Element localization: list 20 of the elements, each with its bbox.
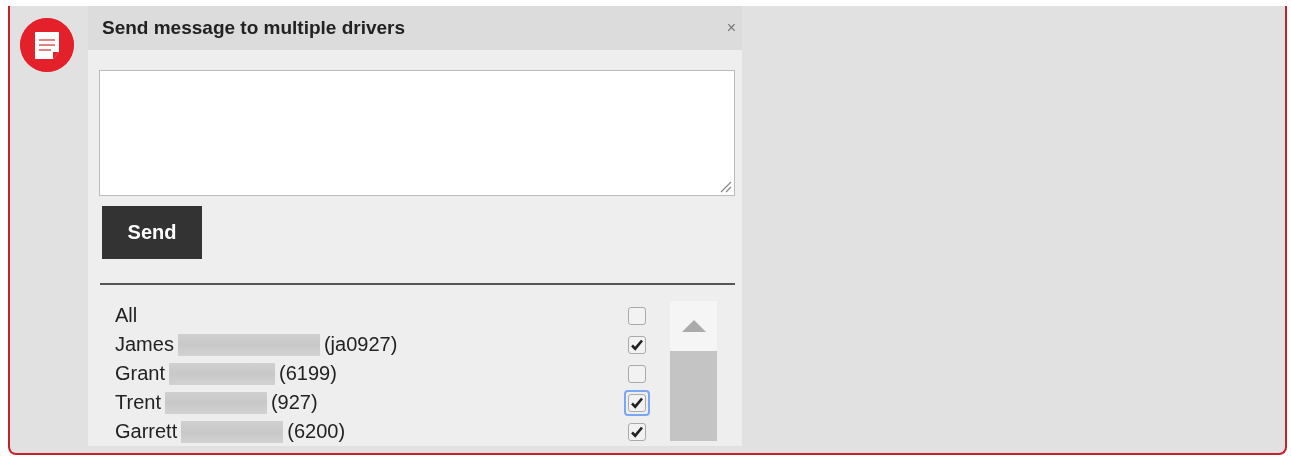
driver-name: James [115, 333, 174, 356]
send-button[interactable]: Send [102, 206, 202, 259]
dialog-title: Send message to multiple drivers [102, 17, 406, 39]
message-field[interactable] [99, 70, 735, 196]
scroll-up-icon[interactable] [681, 320, 706, 332]
driver-code: (ja0927) [323, 333, 398, 356]
driver-name: Grant [115, 362, 166, 385]
scrollbar[interactable] [670, 301, 717, 441]
checkbox[interactable] [628, 422, 646, 441]
note-icon [20, 18, 74, 72]
scroll-thumb[interactable] [670, 351, 717, 441]
driver-name: All [115, 304, 138, 327]
driver-code: (6199) [279, 362, 337, 385]
driver-name: Garrett [115, 420, 178, 443]
checkbox[interactable] [628, 306, 646, 325]
driver-code: (6200) [287, 420, 346, 443]
driver-name: Trent [115, 391, 161, 414]
checkbox[interactable] [628, 335, 646, 354]
checkbox[interactable] [628, 364, 646, 383]
driver-code: (927) [270, 391, 318, 414]
